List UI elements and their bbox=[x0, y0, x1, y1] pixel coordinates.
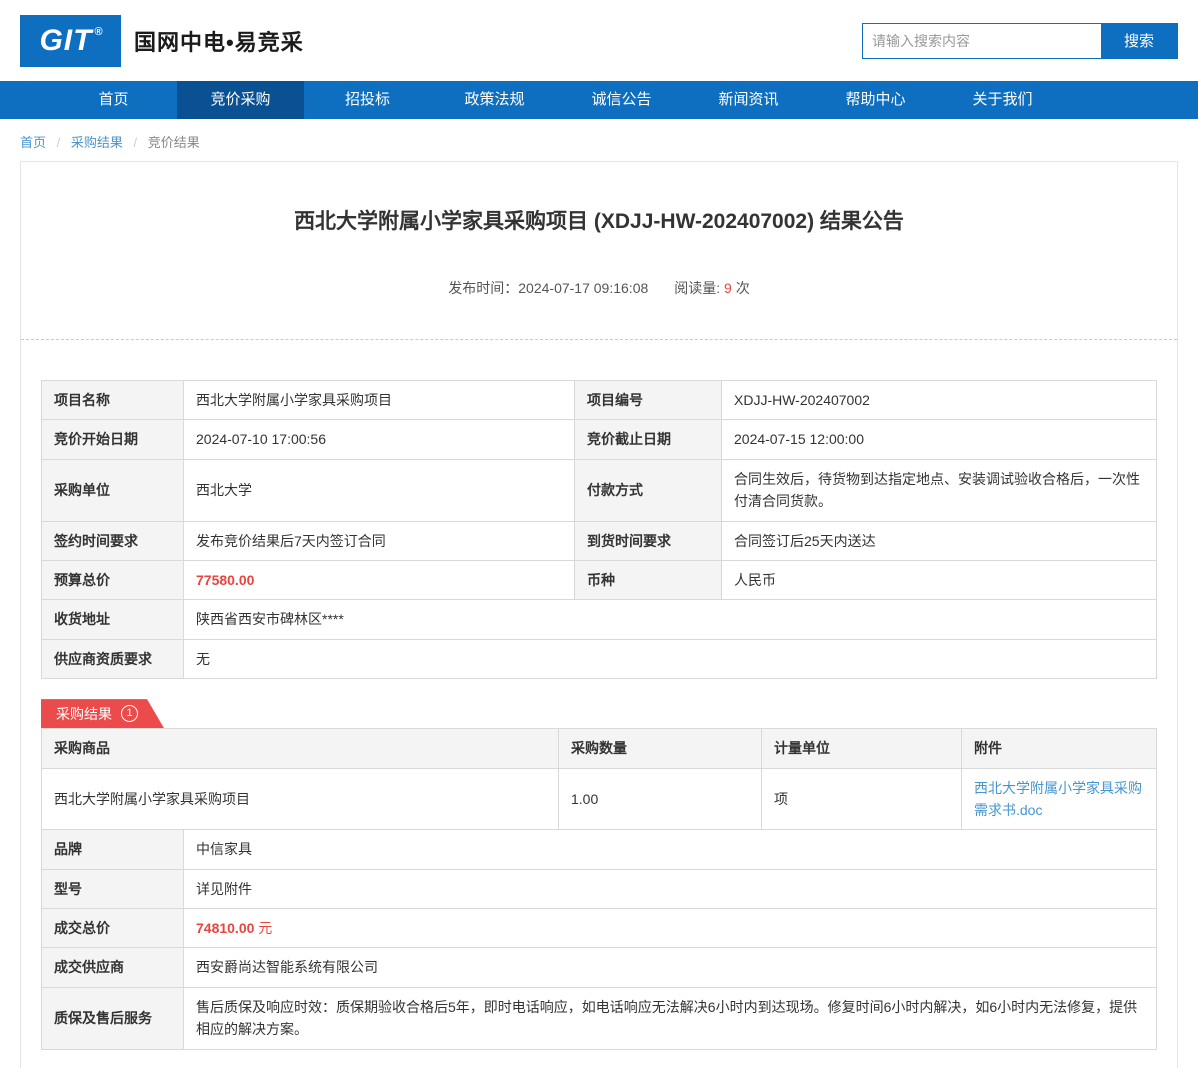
search-input[interactable] bbox=[863, 24, 1101, 58]
field-label: 成交供应商 bbox=[42, 948, 184, 987]
field-value: 合同生效后，待货物到达指定地点、安装调试验收合格后，一次性付清合同货款。 bbox=[722, 459, 1157, 521]
breadcrumb-home-link[interactable]: 首页 bbox=[20, 135, 46, 150]
field-label: 成交总价 bbox=[42, 909, 184, 948]
site-header: GIT® 国网中电•易竞采 搜索 bbox=[0, 0, 1198, 81]
column-header-quantity: 采购数量 bbox=[559, 729, 762, 768]
table-row: 竞价开始日期 2024-07-10 17:00:56 竞价截止日期 2024-0… bbox=[42, 420, 1157, 459]
nav-item-home[interactable]: 首页 bbox=[50, 81, 177, 119]
badge-label: 采购结果 bbox=[56, 704, 112, 724]
breadcrumb-procurement-results-link[interactable]: 采购结果 bbox=[71, 135, 123, 150]
field-label: 供应商资质要求 bbox=[42, 639, 184, 678]
field-label: 采购单位 bbox=[42, 459, 184, 521]
budget-total-price: 77580.00 bbox=[184, 560, 575, 599]
registered-mark-icon: ® bbox=[94, 26, 103, 38]
nav-item-policies[interactable]: 政策法规 bbox=[431, 81, 558, 119]
logo-text: GIT bbox=[39, 24, 92, 58]
column-header-product: 采购商品 bbox=[42, 729, 559, 768]
field-label: 竞价开始日期 bbox=[42, 420, 184, 459]
table-row: 成交供应商 西安爵尚达智能系统有限公司 bbox=[42, 948, 1157, 987]
table-header-row: 采购商品 采购数量 计量单位 附件 bbox=[42, 729, 1157, 768]
field-value: 西北大学附属小学家具采购项目 bbox=[184, 381, 575, 420]
nav-item-integrity-notices[interactable]: 诚信公告 bbox=[558, 81, 685, 119]
field-label: 收货地址 bbox=[42, 600, 184, 639]
field-value: 中信家具 bbox=[184, 830, 1157, 869]
search-group: 搜索 bbox=[862, 23, 1178, 59]
field-value: 详见附件 bbox=[184, 869, 1157, 908]
table-row: 预算总价 77580.00 币种 人民币 bbox=[42, 560, 1157, 599]
column-header-unit: 计量单位 bbox=[762, 729, 962, 768]
nav-item-help-center[interactable]: 帮助中心 bbox=[812, 81, 939, 119]
field-value: 西北大学 bbox=[184, 459, 575, 521]
field-value: 无 bbox=[184, 639, 1157, 678]
breadcrumb-separator: / bbox=[134, 135, 138, 150]
table-row: 签约时间要求 发布竞价结果后7天内签订合同 到货时间要求 合同签订后25天内送达 bbox=[42, 521, 1157, 560]
field-label: 付款方式 bbox=[575, 459, 722, 521]
product-unit: 项 bbox=[762, 768, 962, 830]
table-row: 西北大学附属小学家具采购项目 1.00 项 西北大学附属小学家具采购需求书.do… bbox=[42, 768, 1157, 830]
badge-count-circle-icon: 1 bbox=[121, 705, 138, 722]
field-value: 西安爵尚达智能系统有限公司 bbox=[184, 948, 1157, 987]
field-value: XDJJ-HW-202407002 bbox=[722, 381, 1157, 420]
search-button[interactable]: 搜索 bbox=[1101, 24, 1177, 58]
main-nav: 首页 竞价采购 招投标 政策法规 诚信公告 新闻资讯 帮助中心 关于我们 bbox=[0, 81, 1198, 119]
breadcrumb-separator: / bbox=[57, 135, 61, 150]
site-logo[interactable]: GIT® bbox=[20, 15, 121, 67]
project-info-table: 项目名称 西北大学附属小学家具采购项目 项目编号 XDJJ-HW-2024070… bbox=[41, 380, 1157, 679]
views-label: 阅读量: bbox=[674, 280, 720, 296]
page-title: 西北大学附属小学家具采购项目 (XDJJ-HW-202407002) 结果公告 bbox=[51, 205, 1147, 235]
deal-total-price: 74810.00 bbox=[196, 920, 254, 936]
field-value: 发布竞价结果后7天内签订合同 bbox=[184, 521, 575, 560]
product-quantity: 1.00 bbox=[559, 768, 762, 830]
field-value: 合同签订后25天内送达 bbox=[722, 521, 1157, 560]
deal-price-unit: 元 bbox=[254, 920, 272, 936]
field-value: 2024-07-10 17:00:56 bbox=[184, 420, 575, 459]
views-unit: 次 bbox=[736, 280, 750, 296]
table-row: 项目名称 西北大学附属小学家具采购项目 项目编号 XDJJ-HW-2024070… bbox=[42, 381, 1157, 420]
field-label: 项目编号 bbox=[575, 381, 722, 420]
table-row: 成交总价 74810.00 元 bbox=[42, 909, 1157, 948]
publish-time-label: 发布时间： bbox=[448, 280, 518, 296]
table-row: 型号 详见附件 bbox=[42, 869, 1157, 908]
nav-item-tendering[interactable]: 招投标 bbox=[304, 81, 431, 119]
field-value: 人民币 bbox=[722, 560, 1157, 599]
table-row: 采购单位 西北大学 付款方式 合同生效后，待货物到达指定地点、安装调试验收合格后… bbox=[42, 459, 1157, 521]
product-name: 西北大学附属小学家具采购项目 bbox=[42, 768, 559, 830]
field-label: 质保及售后服务 bbox=[42, 987, 184, 1049]
nav-item-about-us[interactable]: 关于我们 bbox=[939, 81, 1066, 119]
field-value: 2024-07-15 12:00:00 bbox=[722, 420, 1157, 459]
result-detail-table: 品牌 中信家具 型号 详见附件 成交总价 74810.00 元 成交供应商 西安… bbox=[41, 829, 1157, 1049]
field-label: 预算总价 bbox=[42, 560, 184, 599]
article-meta: 发布时间：2024-07-17 09:16:08 阅读量: 9 次 bbox=[21, 278, 1177, 298]
field-value: 陕西省西安市碑林区**** bbox=[184, 600, 1157, 639]
field-label: 型号 bbox=[42, 869, 184, 908]
publish-time-value: 2024-07-17 09:16:08 bbox=[518, 280, 648, 296]
breadcrumb-current: 竞价结果 bbox=[148, 135, 200, 150]
field-label: 竞价截止日期 bbox=[575, 420, 722, 459]
field-label: 项目名称 bbox=[42, 381, 184, 420]
column-header-attachment: 附件 bbox=[962, 729, 1157, 768]
table-row: 质保及售后服务 售后质保及响应时效：质保期验收合格后5年，即时电话响应，如电话响… bbox=[42, 987, 1157, 1049]
site-name: 国网中电•易竞采 bbox=[134, 25, 304, 57]
goods-table: 采购商品 采购数量 计量单位 附件 西北大学附属小学家具采购项目 1.00 项 … bbox=[41, 728, 1157, 830]
views-count: 9 bbox=[724, 280, 732, 296]
table-row: 收货地址 陕西省西安市碑林区**** bbox=[42, 600, 1157, 639]
announcement-card: 西北大学附属小学家具采购项目 (XDJJ-HW-202407002) 结果公告 … bbox=[20, 161, 1178, 1068]
field-label: 品牌 bbox=[42, 830, 184, 869]
breadcrumb: 首页 / 采购结果 / 竞价结果 bbox=[0, 119, 1198, 161]
table-row: 品牌 中信家具 bbox=[42, 830, 1157, 869]
nav-item-news[interactable]: 新闻资讯 bbox=[685, 81, 812, 119]
field-label: 签约时间要求 bbox=[42, 521, 184, 560]
card-inner: 项目名称 西北大学附属小学家具采购项目 项目编号 XDJJ-HW-2024070… bbox=[21, 340, 1177, 1068]
procurement-result-badge: 采购结果 1 bbox=[41, 699, 164, 728]
field-value: 售后质保及响应时效：质保期验收合格后5年，即时电话响应，如电话响应无法解决6小时… bbox=[184, 987, 1157, 1049]
field-label: 币种 bbox=[575, 560, 722, 599]
attachment-link[interactable]: 西北大学附属小学家具采购需求书.doc bbox=[974, 780, 1142, 818]
table-row: 供应商资质要求 无 bbox=[42, 639, 1157, 678]
nav-item-bidding-procurement[interactable]: 竞价采购 bbox=[177, 81, 304, 119]
field-label: 到货时间要求 bbox=[575, 521, 722, 560]
